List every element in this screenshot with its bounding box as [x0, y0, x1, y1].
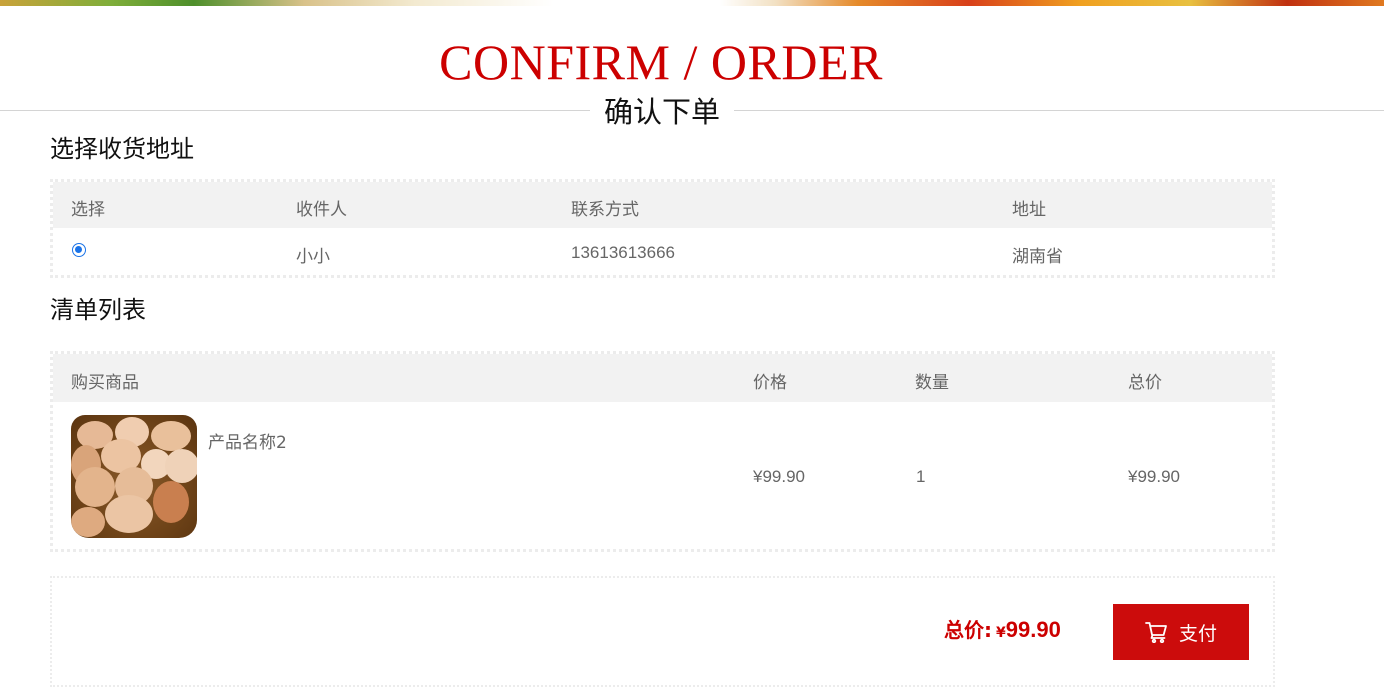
pay-button[interactable]: 支付 [1113, 604, 1249, 660]
product-price: ¥99.90 [753, 467, 805, 486]
address-table: 选择 收件人 联系方式 地址 小小 13613613666 湖南省 [50, 179, 1275, 278]
order-section-title: 清单列表 [50, 296, 146, 324]
column-header-select: 选择 [71, 200, 105, 220]
page-title-en: CONFIRM / ORDER [439, 34, 883, 90]
column-header-subtotal: 总价 [1128, 373, 1162, 393]
total-label: 总价: [944, 618, 992, 642]
column-header-recipient: 收件人 [296, 200, 347, 220]
product-quantity: 1 [916, 467, 926, 486]
address-table-header: 选择 收件人 联系方式 地址 [53, 182, 1272, 228]
recipient-phone: 13613613666 [571, 243, 676, 262]
total-amount: 99.90 [1005, 617, 1061, 642]
address-radio[interactable] [72, 243, 86, 257]
product-name[interactable]: 产品名称2 [208, 428, 287, 453]
column-header-quantity: 数量 [915, 373, 949, 393]
cart-icon [1145, 622, 1167, 643]
recipient-name: 小小 [296, 247, 330, 267]
page-title-cn: 确认下单 [590, 93, 734, 131]
address-section-title: 选择收货地址 [50, 135, 194, 163]
column-header-phone: 联系方式 [571, 200, 639, 220]
column-header-product: 购买商品 [71, 373, 139, 393]
product-image[interactable] [71, 415, 197, 538]
column-header-address: 地址 [1012, 200, 1046, 220]
top-banner-image [0, 0, 1384, 6]
pay-button-label: 支付 [1178, 622, 1217, 645]
order-table: 购买商品 价格 数量 总价 产品名称2 ¥99.90 1 ¥99.90 [50, 351, 1275, 552]
product-subtotal: ¥99.90 [1128, 467, 1180, 486]
currency-symbol: ¥ [996, 625, 1006, 641]
order-summary: 总价: ¥99.90 支付 [50, 576, 1275, 687]
order-table-header: 购买商品 价格 数量 总价 [53, 354, 1272, 402]
column-header-price: 价格 [753, 373, 787, 393]
order-total: 总价: ¥99.90 [944, 616, 1061, 647]
recipient-address: 湖南省 [1012, 247, 1063, 267]
